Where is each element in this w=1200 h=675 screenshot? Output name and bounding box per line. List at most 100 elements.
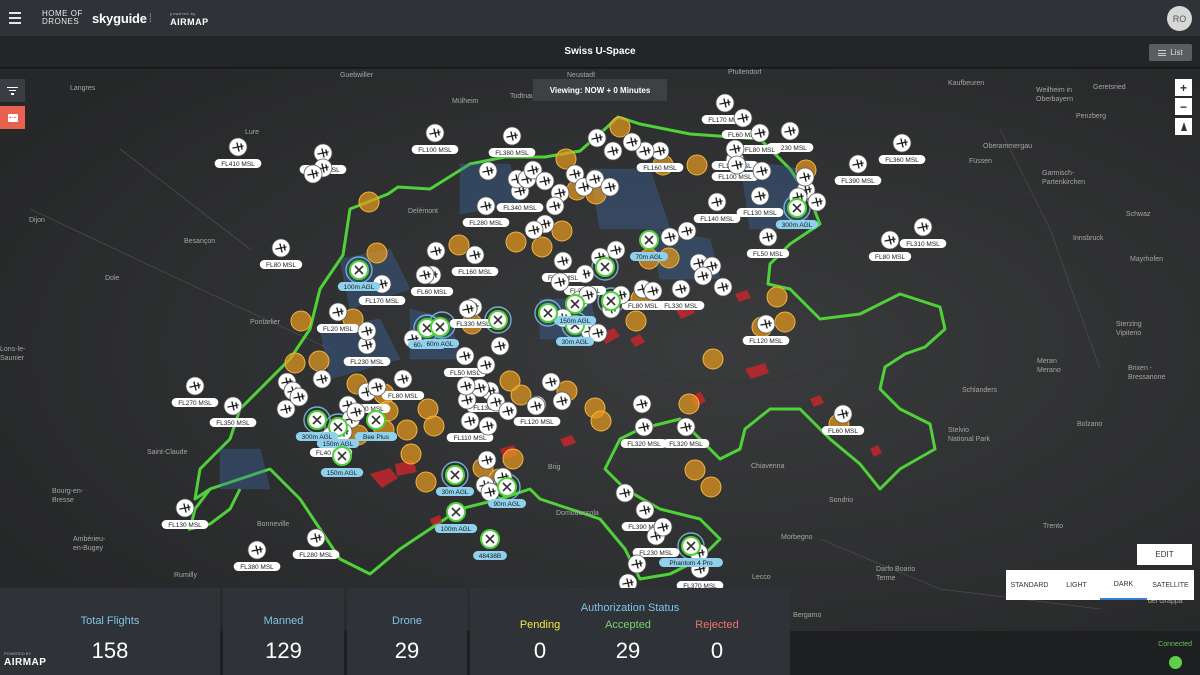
drone-flight-marker[interactable] [565, 294, 585, 314]
manned-flight-marker[interactable] [671, 279, 691, 299]
manned-flight-marker[interactable] [228, 137, 248, 157]
drone-flight-marker[interactable] [488, 310, 508, 330]
map-canvas[interactable]: Guebwiller Neustadt Pfullendorf Kaufbeur… [0, 69, 1200, 631]
manned-flight-marker[interactable] [526, 396, 546, 416]
style-dark[interactable]: DARK [1100, 570, 1147, 600]
manned-flight-marker[interactable] [425, 123, 445, 143]
manned-flight-marker[interactable] [185, 376, 205, 396]
drone-flight-marker[interactable] [349, 260, 369, 280]
manned-flight-marker[interactable] [476, 355, 496, 375]
drone-flight-marker[interactable] [787, 198, 807, 218]
manned-flight-marker[interactable] [795, 167, 815, 187]
zoom-in-button[interactable]: + [1175, 79, 1192, 96]
manned-flight-marker[interactable] [677, 221, 697, 241]
manned-flight-marker[interactable] [480, 482, 500, 502]
drone-flight-marker[interactable] [446, 502, 466, 522]
drone-flight-marker[interactable] [681, 536, 701, 556]
manned-flight-marker[interactable] [780, 121, 800, 141]
manned-flight-marker[interactable] [660, 227, 680, 247]
manned-flight-marker[interactable] [346, 402, 366, 422]
menu-icon[interactable] [0, 0, 30, 36]
manned-flight-marker[interactable] [415, 265, 435, 285]
manned-flight-marker[interactable] [550, 272, 570, 292]
drone-flight-marker[interactable] [307, 410, 327, 430]
manned-flight-marker[interactable] [541, 372, 561, 392]
manned-flight-marker[interactable] [553, 251, 573, 271]
manned-flight-marker[interactable] [393, 369, 413, 389]
manned-flight-marker[interactable] [892, 133, 912, 153]
manned-flight-marker[interactable] [615, 483, 635, 503]
manned-flight-marker[interactable] [632, 394, 652, 414]
manned-flight-marker[interactable] [653, 517, 673, 537]
manned-flight-marker[interactable] [634, 417, 654, 437]
manned-flight-marker[interactable] [627, 554, 647, 574]
manned-flight-marker[interactable] [848, 154, 868, 174]
manned-flight-marker[interactable] [223, 396, 243, 416]
manned-flight-marker[interactable] [524, 220, 544, 240]
style-standard[interactable]: STANDARD [1006, 570, 1053, 600]
edit-button[interactable]: EDIT [1137, 544, 1192, 565]
manned-flight-marker[interactable] [456, 376, 476, 396]
drone-flight-marker[interactable] [497, 477, 517, 497]
drone-flight-marker[interactable] [639, 230, 659, 250]
list-view-button[interactable]: List [1149, 44, 1192, 61]
manned-flight-marker[interactable] [833, 404, 853, 424]
manned-flight-marker[interactable] [367, 377, 387, 397]
manned-flight-marker[interactable] [460, 411, 480, 431]
manned-flight-marker[interactable] [758, 227, 778, 247]
manned-flight-marker[interactable] [476, 196, 496, 216]
manned-flight-marker[interactable] [426, 241, 446, 261]
manned-flight-marker[interactable] [465, 245, 485, 265]
drone-flight-marker[interactable] [480, 529, 500, 549]
manned-flight-marker[interactable] [490, 336, 510, 356]
manned-flight-marker[interactable] [603, 141, 623, 161]
manned-flight-marker[interactable] [357, 321, 377, 341]
manned-flight-marker[interactable] [880, 230, 900, 250]
manned-flight-marker[interactable] [635, 500, 655, 520]
manned-flight-marker[interactable] [733, 108, 753, 128]
manned-flight-marker[interactable] [455, 346, 475, 366]
manned-flight-marker[interactable] [175, 498, 195, 518]
manned-flight-marker[interactable] [306, 528, 326, 548]
manned-flight-marker[interactable] [477, 450, 497, 470]
manned-flight-marker[interactable] [478, 416, 498, 436]
manned-flight-marker[interactable] [756, 314, 776, 334]
manned-flight-marker[interactable] [289, 387, 309, 407]
chat-button[interactable] [0, 106, 25, 129]
manned-flight-marker[interactable] [727, 155, 747, 175]
drone-flight-marker[interactable] [595, 257, 615, 277]
manned-flight-marker[interactable] [606, 240, 626, 260]
zoom-out-button[interactable]: − [1175, 98, 1192, 115]
manned-flight-marker[interactable] [693, 266, 713, 286]
drone-flight-marker[interactable] [601, 291, 621, 311]
filter-button[interactable] [0, 79, 25, 102]
manned-flight-marker[interactable] [676, 417, 696, 437]
manned-flight-marker[interactable] [713, 277, 733, 297]
manned-flight-marker[interactable] [502, 126, 522, 146]
manned-flight-marker[interactable] [247, 540, 267, 560]
viewing-time-indicator[interactable]: Viewing: NOW + 0 Minutes [533, 79, 667, 101]
compass-button[interactable] [1175, 118, 1192, 135]
manned-flight-marker[interactable] [707, 192, 727, 212]
manned-flight-marker[interactable] [750, 186, 770, 206]
drone-flight-marker[interactable] [445, 465, 465, 485]
manned-flight-marker[interactable] [312, 369, 332, 389]
manned-flight-marker[interactable] [587, 128, 607, 148]
style-satellite[interactable]: SATELLITE [1147, 570, 1194, 600]
manned-flight-marker[interactable] [535, 171, 555, 191]
manned-flight-marker[interactable] [303, 164, 323, 184]
manned-flight-marker[interactable] [478, 161, 498, 181]
manned-flight-marker[interactable] [750, 123, 770, 143]
drone-flight-marker[interactable] [430, 317, 450, 337]
flight-markers-layer[interactable]: FL410 MSLFL100 MSLFL180 MSLFL380 MSLFL80… [0, 69, 1200, 631]
manned-flight-marker[interactable] [458, 299, 478, 319]
manned-flight-marker[interactable] [552, 391, 572, 411]
manned-flight-marker[interactable] [807, 192, 827, 212]
manned-flight-marker[interactable] [913, 217, 933, 237]
style-light[interactable]: LIGHT [1053, 570, 1100, 600]
drone-flight-marker[interactable] [332, 446, 352, 466]
manned-flight-marker[interactable] [545, 196, 565, 216]
manned-flight-marker[interactable] [643, 281, 663, 301]
manned-flight-marker[interactable] [715, 93, 735, 113]
manned-flight-marker[interactable] [328, 302, 348, 322]
